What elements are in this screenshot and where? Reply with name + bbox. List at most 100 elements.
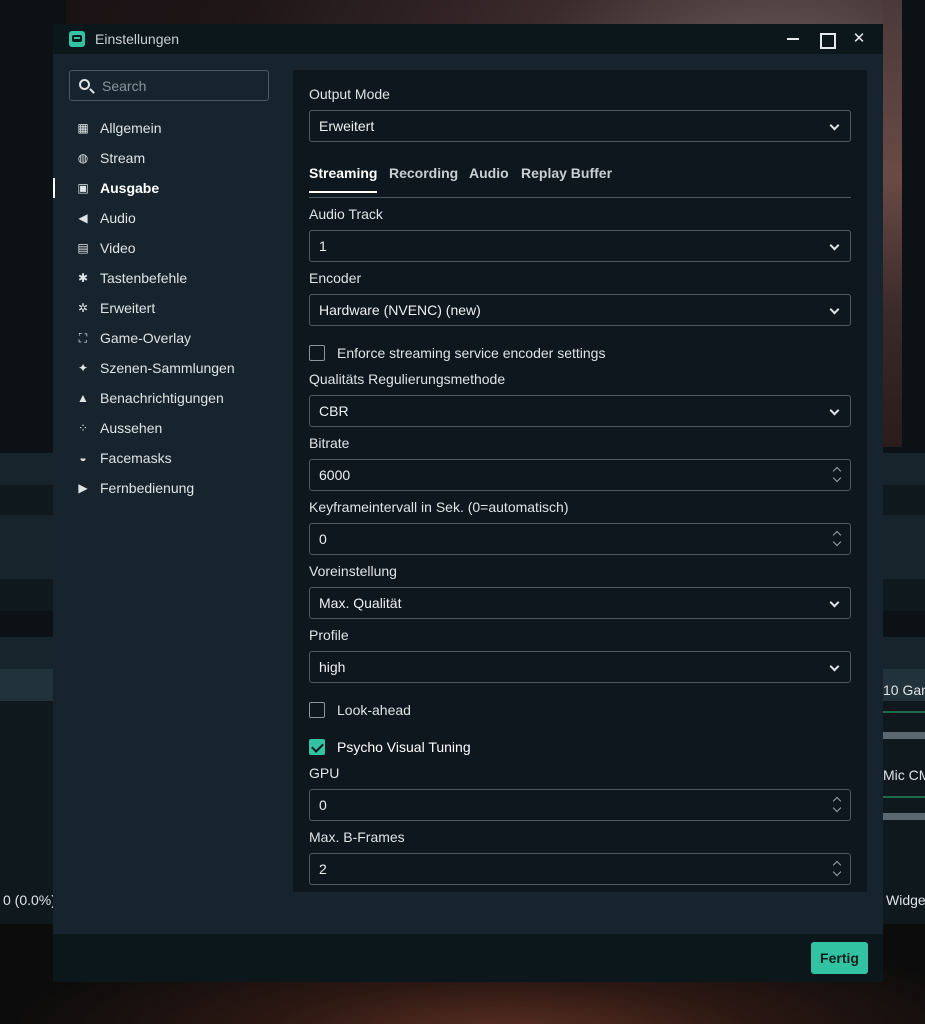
maximize-button[interactable] — [815, 28, 837, 50]
search-box — [69, 70, 269, 101]
sidebar-item-aussehen[interactable]: ⁘ Aussehen — [53, 413, 283, 443]
enforce-encoder-checkbox[interactable] — [309, 345, 325, 361]
sidebar-item-label: Aussehen — [100, 420, 163, 436]
settings-dialog: Einstellungen ✕ ▦ Allgemein ◍ Stream ▣ A… — [53, 24, 883, 982]
chip-icon: ▣ — [77, 181, 89, 195]
expand-icon: ⛶ — [78, 331, 88, 345]
select-value: CBR — [319, 403, 349, 419]
sidebar-item-label: Audio — [100, 210, 136, 226]
search-input[interactable] — [102, 75, 262, 97]
keyframe-label: Keyframeintervall in Sek. (0=automatisch… — [309, 499, 569, 515]
bframes-label: Max. B-Frames — [309, 829, 405, 845]
audio-track-select[interactable]: 1 — [309, 230, 851, 262]
spinner-arrows-icon[interactable] — [832, 796, 841, 814]
select-value: Max. Qualität — [319, 595, 402, 611]
sidebar-item-label: Benachrichtigungen — [100, 390, 224, 406]
rate-control-select[interactable]: CBR — [309, 395, 851, 427]
search-icon — [79, 79, 90, 90]
sidebar-item-label: Video — [100, 240, 136, 256]
speaker-icon: ◀ — [78, 211, 88, 225]
spinner-arrows-icon[interactable] — [832, 860, 841, 878]
output-tabs: Streaming Recording Audio Replay Buffer — [309, 160, 851, 198]
wand-icon: ✦ — [77, 361, 89, 375]
select-value: Hardware (NVENC) (new) — [319, 302, 481, 318]
chevron-down-icon — [829, 405, 840, 416]
sidebar-item-game-overlay[interactable]: ⛶ Game-Overlay — [53, 323, 283, 353]
keyframe-input[interactable]: 0 — [309, 523, 851, 555]
chevron-down-icon — [829, 120, 840, 131]
input-value: 0 — [319, 531, 327, 547]
tab-audio[interactable]: Audio — [469, 165, 509, 181]
profile-label: Profile — [309, 627, 349, 643]
spinner-arrows-icon[interactable] — [832, 466, 841, 484]
chevron-down-icon — [829, 304, 840, 315]
input-value: 2 — [319, 861, 327, 877]
minimize-button[interactable] — [782, 28, 804, 50]
sidebar-item-label: Erweitert — [100, 300, 156, 316]
tab-streaming[interactable]: Streaming — [309, 165, 378, 193]
output-settings-panel: Output Mode Erweitert Streaming Recordin… — [293, 70, 867, 892]
sidebar-item-szenen-sammlungen[interactable]: ✦ Szenen-Sammlungen — [53, 353, 283, 383]
sidebar-item-label: Stream — [100, 150, 146, 166]
background-source-label: Mic CM — [883, 767, 925, 783]
spinner-arrows-icon[interactable] — [832, 530, 841, 548]
select-value: high — [319, 659, 346, 675]
background-status-text: 0 (0.0%) — [3, 892, 56, 908]
bitrate-input[interactable]: 6000 — [309, 459, 851, 491]
sidebar-item-stream[interactable]: ◍ Stream — [53, 143, 283, 173]
sidebar-item-label: Szenen-Sammlungen — [100, 360, 235, 376]
gpu-input[interactable]: 0 — [309, 789, 851, 821]
mask-icon: ◒ — [79, 451, 87, 465]
background-source-label: Widge — [886, 892, 925, 908]
select-value: Erweitert — [319, 118, 375, 134]
sidebar-item-facemasks[interactable]: ◒ Facemasks — [53, 443, 283, 473]
play-circle-icon: ▶ — [78, 481, 88, 495]
done-button[interactable]: Fertig — [811, 942, 868, 974]
encoder-label: Encoder — [309, 270, 362, 286]
apps-icon: ⁘ — [77, 421, 89, 435]
sidebar-item-label: Fernbedienung — [100, 480, 195, 496]
gear-icon: ✱ — [77, 271, 89, 285]
close-button[interactable]: ✕ — [848, 28, 870, 50]
background-volume-slider — [883, 732, 925, 739]
lookahead-checkbox[interactable] — [309, 702, 325, 718]
sidebar-item-label: Ausgabe — [100, 180, 160, 196]
sidebar-item-audio[interactable]: ◀ Audio — [53, 203, 283, 233]
settings-nav: ▦ Allgemein ◍ Stream ▣ Ausgabe ◀ Audio ▤… — [53, 113, 283, 503]
tab-recording[interactable]: Recording — [389, 165, 458, 181]
sidebar-item-benachrichtigungen[interactable]: ▲ Benachrichtigungen — [53, 383, 283, 413]
psycho-visual-checkbox[interactable] — [309, 739, 325, 755]
globe-icon: ◍ — [77, 151, 89, 165]
sidebar-item-label: Tastenbefehle — [100, 270, 188, 286]
background-preview-edge — [883, 0, 902, 447]
sidebar-item-label: Allgemein — [100, 120, 162, 136]
chevron-down-icon — [829, 240, 840, 251]
lookahead-label: Look-ahead — [337, 702, 411, 718]
gears-icon: ✲ — [77, 301, 89, 315]
background-volume-meter — [883, 796, 925, 798]
output-mode-select[interactable]: Erweitert — [309, 110, 851, 142]
audio-track-label: Audio Track — [309, 206, 383, 222]
sidebar-item-tastenbefehle[interactable]: ✱ Tastenbefehle — [53, 263, 283, 293]
sidebar-item-allgemein[interactable]: ▦ Allgemein — [53, 113, 283, 143]
preset-select[interactable]: Max. Qualität — [309, 587, 851, 619]
encoder-select[interactable]: Hardware (NVENC) (new) — [309, 294, 851, 326]
bframes-input[interactable]: 2 — [309, 853, 851, 885]
sidebar-item-label: Game-Overlay — [100, 330, 192, 346]
enforce-encoder-label: Enforce streaming service encoder settin… — [337, 345, 606, 361]
input-value: 6000 — [319, 467, 351, 483]
profile-select[interactable]: high — [309, 651, 851, 683]
input-value: 0 — [319, 797, 327, 813]
chevron-down-icon — [829, 597, 840, 608]
sidebar-item-fernbedienung[interactable]: ▶ Fernbedienung — [53, 473, 283, 503]
output-mode-label: Output Mode — [309, 86, 390, 102]
select-value: 1 — [319, 238, 327, 254]
tab-replay-buffer[interactable]: Replay Buffer — [521, 165, 612, 181]
sidebar-item-video[interactable]: ▤ Video — [53, 233, 283, 263]
background-volume-meter — [883, 711, 925, 713]
sidebar-item-erweitert[interactable]: ✲ Erweitert — [53, 293, 283, 323]
background-source-label: 10 Gan — [883, 682, 925, 698]
preset-label: Voreinstellung — [309, 563, 397, 579]
background-volume-slider — [883, 813, 925, 820]
sidebar-item-ausgabe[interactable]: ▣ Ausgabe — [53, 173, 283, 203]
